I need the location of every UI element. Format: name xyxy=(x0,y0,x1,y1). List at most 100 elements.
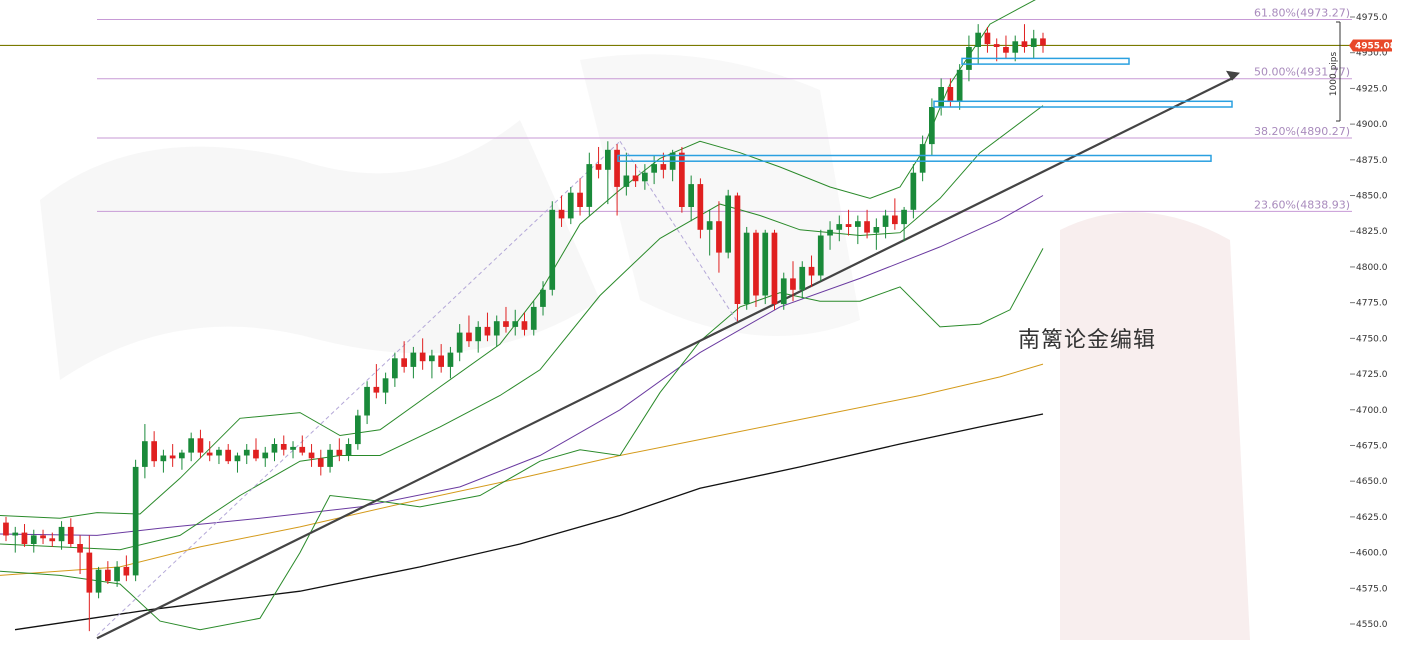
chart-svg[interactable]: 61.80%(4973.27)50.00%(4931.77)38.20%(489… xyxy=(0,0,1402,647)
candle[interactable] xyxy=(956,64,963,110)
candle[interactable] xyxy=(734,192,741,322)
candle[interactable] xyxy=(299,435,306,456)
candle[interactable] xyxy=(290,441,296,459)
candle[interactable] xyxy=(345,438,352,462)
candle[interactable] xyxy=(67,518,74,547)
candle[interactable] xyxy=(58,521,65,550)
candle-body xyxy=(114,566,120,582)
candle[interactable] xyxy=(697,178,704,239)
candle[interactable] xyxy=(30,529,37,553)
candle[interactable] xyxy=(817,229,824,282)
candle-body xyxy=(373,386,380,393)
candle[interactable] xyxy=(595,146,602,179)
candle[interactable] xyxy=(743,226,750,310)
candle-body xyxy=(493,321,500,336)
candle[interactable] xyxy=(845,209,852,236)
candle-body xyxy=(605,149,611,170)
candle[interactable] xyxy=(160,449,167,473)
axis-tick-label: 4575.0 xyxy=(1356,584,1388,594)
support-zone[interactable] xyxy=(961,57,1130,65)
candle[interactable] xyxy=(567,186,574,225)
candle[interactable] xyxy=(382,372,389,405)
price-chart[interactable]: 61.80%(4973.27) 50.00%(4931.77) 38.20%(489… xyxy=(0,0,1402,647)
candle[interactable] xyxy=(317,449,324,476)
candle-body xyxy=(929,107,935,145)
candle[interactable] xyxy=(216,446,222,465)
candle-body xyxy=(345,444,352,456)
axis-tick-label: 4775.0 xyxy=(1356,299,1388,309)
candle-body xyxy=(392,358,398,379)
candle-body xyxy=(67,526,74,544)
axis-tick-label: 4825.0 xyxy=(1356,227,1388,237)
candle-body xyxy=(993,44,1000,47)
candle-body xyxy=(882,215,889,227)
axis-tick-label: 4625.0 xyxy=(1356,513,1388,523)
candle[interactable] xyxy=(142,424,148,479)
candle[interactable] xyxy=(892,198,898,230)
candle[interactable] xyxy=(725,189,731,259)
candle[interactable] xyxy=(21,524,28,547)
axis-tick-label: 4900.0 xyxy=(1356,120,1388,130)
candle-body xyxy=(1040,38,1046,46)
candle-body xyxy=(290,446,296,450)
candle[interactable] xyxy=(855,215,861,245)
candle[interactable] xyxy=(762,229,769,305)
candle[interactable] xyxy=(429,349,435,379)
candle[interactable] xyxy=(308,444,315,467)
candle-body xyxy=(938,87,944,107)
candle[interactable] xyxy=(188,432,194,462)
candle-body xyxy=(521,321,528,330)
candle[interactable] xyxy=(1021,24,1028,53)
candle[interactable] xyxy=(901,206,907,242)
candle-body xyxy=(429,355,435,362)
candle[interactable] xyxy=(864,209,870,239)
candle[interactable] xyxy=(336,438,343,462)
candle[interactable] xyxy=(151,431,157,467)
candle[interactable] xyxy=(86,535,93,632)
candle[interactable] xyxy=(234,452,241,473)
candle[interactable] xyxy=(179,449,185,470)
candle[interactable] xyxy=(355,409,361,450)
candle[interactable] xyxy=(327,444,333,473)
candle[interactable] xyxy=(392,352,398,387)
candle[interactable] xyxy=(1030,29,1037,59)
candle[interactable] xyxy=(1003,35,1009,59)
candle[interactable] xyxy=(919,135,926,182)
candle[interactable] xyxy=(12,526,19,553)
candle[interactable] xyxy=(3,516,9,542)
candle[interactable] xyxy=(679,146,685,213)
candle[interactable] xyxy=(262,446,269,467)
candle[interactable] xyxy=(132,459,139,582)
support-zone[interactable] xyxy=(933,100,1233,108)
candle[interactable] xyxy=(123,555,130,582)
ma-black-line xyxy=(14,413,1044,631)
candle[interactable] xyxy=(253,438,259,462)
candle[interactable] xyxy=(586,152,593,216)
candle[interactable] xyxy=(577,178,583,216)
candle[interactable] xyxy=(197,429,204,459)
candle[interactable] xyxy=(40,529,46,545)
candle[interactable] xyxy=(947,78,954,107)
candle[interactable] xyxy=(280,435,287,456)
candle-body xyxy=(484,326,491,336)
candle-body xyxy=(160,455,167,462)
candle[interactable] xyxy=(169,444,176,467)
candle-body xyxy=(447,352,454,367)
candle-body xyxy=(512,321,519,327)
candle[interactable] xyxy=(753,229,759,307)
candle[interactable] xyxy=(364,381,370,425)
candle[interactable] xyxy=(910,164,917,219)
candle[interactable] xyxy=(77,535,83,575)
candle[interactable] xyxy=(549,201,556,296)
candle[interactable] xyxy=(271,438,278,462)
candle-body xyxy=(456,332,463,353)
candle[interactable] xyxy=(771,229,778,310)
candle[interactable] xyxy=(1040,32,1046,53)
watermark-shape xyxy=(1060,212,1250,640)
candle[interactable] xyxy=(243,444,250,465)
candle-body xyxy=(827,229,833,236)
candle[interactable] xyxy=(1012,35,1019,62)
candle[interactable] xyxy=(225,444,231,465)
candle[interactable] xyxy=(105,561,111,585)
candle[interactable] xyxy=(95,566,102,599)
